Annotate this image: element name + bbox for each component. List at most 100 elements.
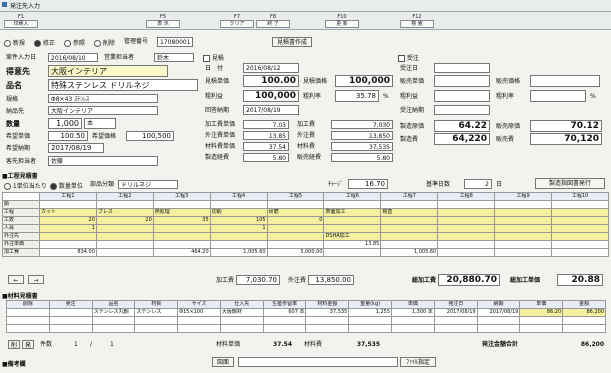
material-cell[interactable] (91, 316, 136, 325)
sale-unit-field[interactable] (434, 75, 490, 87)
material-cell[interactable]: 大阪鋼材 (219, 308, 264, 317)
process-cell[interactable] (494, 224, 553, 233)
order-date-field[interactable]: 2016/08/10 (48, 53, 98, 62)
material-cell[interactable] (348, 324, 393, 333)
process-cell[interactable] (551, 224, 609, 233)
material-cell[interactable]: 1,255 (348, 308, 393, 317)
mode-view[interactable]: 参照 (64, 38, 85, 47)
process-cell[interactable] (551, 200, 609, 209)
material-cell[interactable] (433, 316, 478, 325)
process-cell[interactable] (380, 224, 439, 233)
process-cell[interactable]: 1,005.60 (209, 248, 268, 257)
process-cell[interactable]: 20 (95, 216, 154, 225)
cost-value[interactable]: 5.80 (331, 153, 393, 162)
process-cell[interactable] (266, 232, 325, 241)
order-checkbox[interactable]: 受注 (398, 53, 419, 62)
next-arrow-button[interactable]: → (28, 275, 44, 284)
process-cell[interactable] (39, 240, 97, 249)
process-cell[interactable]: 1,005.60 (380, 248, 439, 257)
quote-create-button[interactable]: 見積書作成 (272, 37, 312, 47)
material-cell[interactable] (262, 324, 307, 333)
process-cell[interactable] (95, 232, 154, 241)
drawing-path-field[interactable] (238, 357, 398, 367)
process-cell[interactable]: 13.85 (323, 240, 382, 249)
total-field[interactable]: 100,500 (126, 131, 174, 141)
material-cell[interactable]: Φ15×100 (177, 308, 221, 317)
material-cell[interactable]: 2017/08/19 (476, 308, 521, 317)
process-cell[interactable]: 切削 (209, 208, 268, 217)
process-cell[interactable] (437, 232, 496, 241)
material-cell[interactable]: 37,535 (305, 308, 350, 317)
sale-price-field[interactable] (530, 75, 600, 87)
quote-rate-field[interactable]: 35.78 (335, 90, 379, 102)
process-cell[interactable] (551, 208, 609, 217)
process-cell[interactable] (437, 208, 496, 217)
delivery-field[interactable]: 大阪インテリア (48, 106, 158, 115)
mode-edit[interactable]: 修正 (34, 38, 55, 47)
process-cell[interactable] (266, 240, 325, 249)
material-cell[interactable] (305, 324, 350, 333)
material-row[interactable]: ステンレス丸鋼 ステンレス Φ15×100 大阪鋼材 607 本 37,535 1,255 1… (6, 308, 606, 317)
prev-arrow-button[interactable]: ← (8, 275, 24, 284)
days-field[interactable]: 2 (464, 179, 492, 189)
process-cell[interactable] (266, 224, 325, 233)
process-cell[interactable] (494, 216, 553, 225)
material-cell[interactable] (6, 316, 50, 325)
add-row-button[interactable]: 削 (8, 340, 20, 349)
process-cell[interactable] (39, 232, 97, 241)
price-field[interactable]: 100.50 (48, 131, 88, 141)
process-cell[interactable] (437, 248, 496, 257)
mode-new[interactable]: 新規 (4, 38, 25, 47)
process-cell[interactable] (323, 248, 382, 257)
per-unit-radio[interactable]: 1単位当たり (4, 181, 47, 190)
order-due-field[interactable] (434, 105, 490, 115)
material-cell[interactable] (177, 324, 221, 333)
process-cell[interactable] (551, 216, 609, 225)
drawing-issue-button[interactable]: 製造指図書発行 (535, 178, 605, 189)
file-select-button[interactable]: ﾌｧｲﾙ指定 (400, 357, 436, 367)
process-cell[interactable]: 35 (152, 216, 211, 225)
material-empty-row[interactable] (6, 324, 606, 333)
material-cell[interactable] (476, 324, 521, 333)
f7-button[interactable]: F7 クリア (220, 14, 254, 28)
process-cell[interactable] (152, 224, 211, 233)
cost-value[interactable]: 5.80 (243, 153, 289, 162)
process-cell[interactable] (551, 240, 609, 249)
process-cell[interactable]: 研磨 (266, 208, 325, 217)
process-cell[interactable] (209, 200, 268, 209)
mode-delete[interactable]: 削除 (94, 38, 115, 47)
material-cell[interactable] (219, 324, 264, 333)
material-empty-row[interactable] (6, 316, 606, 325)
process-cell[interactable]: カット (39, 208, 97, 217)
process-cell[interactable]: 検査 (380, 208, 439, 217)
process-cell[interactable] (323, 224, 382, 233)
process-cell[interactable]: プレス (95, 208, 154, 217)
mgmt-number-field[interactable]: 17080001 (157, 37, 193, 47)
process-cell[interactable] (152, 200, 211, 209)
process-cell[interactable] (152, 232, 211, 241)
quote-price-field[interactable]: 100,000 (335, 75, 393, 87)
material-cell[interactable] (6, 308, 50, 317)
material-cell[interactable] (6, 324, 50, 333)
material-cell[interactable] (391, 324, 435, 333)
process-cell[interactable] (266, 200, 325, 209)
process-cell[interactable]: 1 (209, 224, 268, 233)
material-cell[interactable]: 86.20 (519, 308, 564, 317)
process-cell[interactable] (39, 200, 97, 209)
material-cell[interactable] (519, 316, 564, 325)
item-class-select[interactable]: ドリルネジ (118, 180, 178, 189)
material-cell[interactable] (219, 316, 264, 325)
process-cell[interactable] (95, 224, 154, 233)
process-cell[interactable]: 1 (39, 224, 97, 233)
material-cell[interactable] (562, 324, 606, 333)
process-cell[interactable] (494, 208, 553, 217)
spec-field[interactable]: Φ8×43 ｽﾃﾝﾚｽ (48, 94, 158, 103)
material-cell[interactable] (48, 308, 93, 317)
f10-button[interactable]: F10 更 新 (325, 14, 359, 28)
material-cell[interactable] (177, 316, 221, 325)
material-cell[interactable]: ステンレス丸鋼 (91, 308, 136, 317)
sales-field[interactable]: 鈴木 (154, 53, 194, 62)
material-cell[interactable] (48, 316, 93, 325)
material-cell[interactable] (305, 316, 350, 325)
per-qty-radio[interactable]: 数量単位 (50, 181, 83, 190)
